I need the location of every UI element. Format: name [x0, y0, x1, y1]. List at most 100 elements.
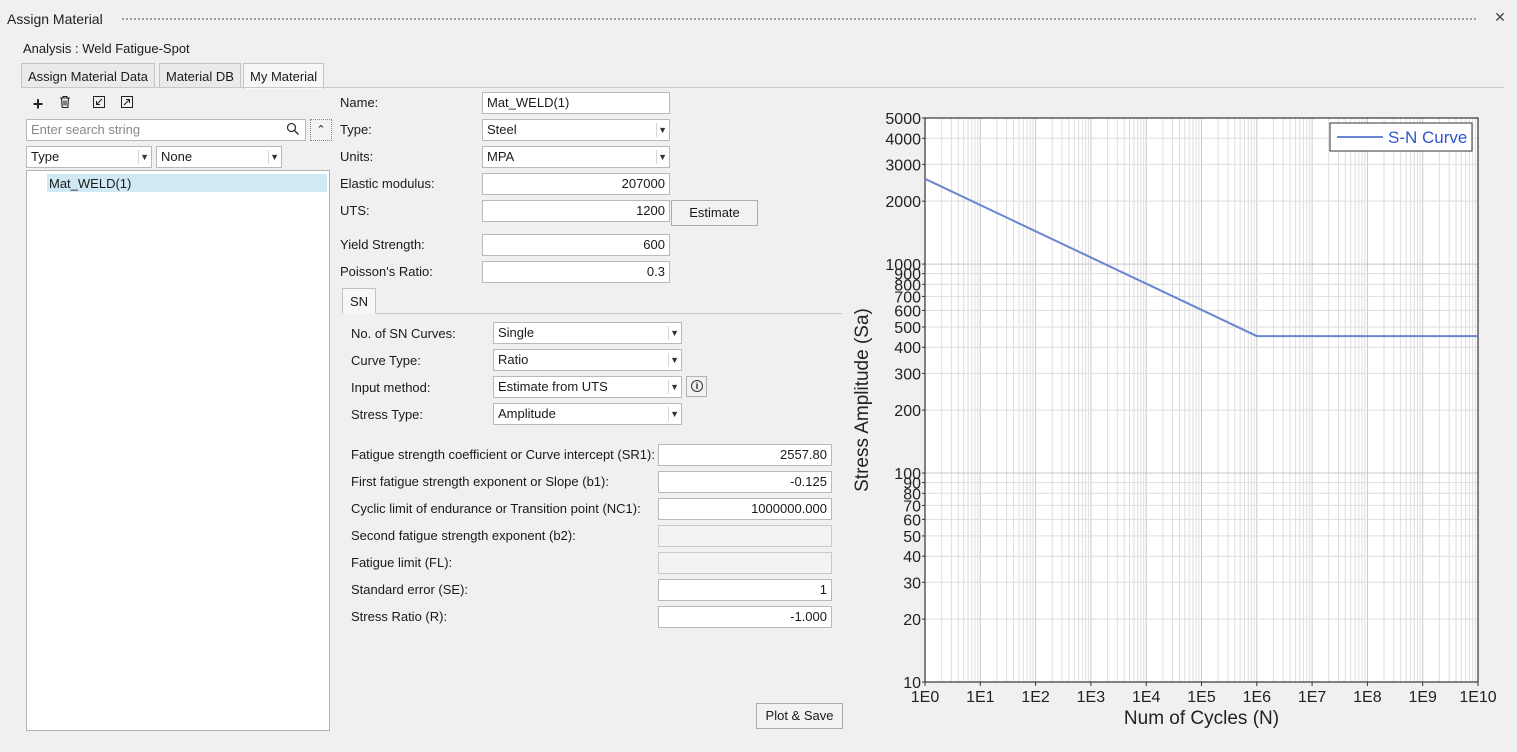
elastic-modulus-label: Elastic modulus: [340, 176, 435, 191]
export-icon[interactable] [118, 95, 136, 113]
filter-value-select[interactable]: None ▼ [156, 146, 282, 168]
standard-error-label: Standard error (SE): [351, 582, 469, 597]
chevron-down-icon: ▼ [668, 407, 679, 421]
chevron-down-icon: ▼ [138, 150, 149, 164]
y-tick-label: 3000 [885, 157, 921, 174]
y-tick-label: 100 [894, 466, 921, 483]
num-sn-curves-select[interactable]: Single ▼ [493, 322, 682, 344]
y-tick-label: 30 [903, 575, 921, 592]
num-sn-curves-label: No. of SN Curves: [351, 326, 456, 341]
tab-my-material[interactable]: My Material [243, 63, 325, 89]
chevron-down-icon: ▼ [268, 150, 279, 164]
fatigue-limit-field[interactable] [658, 552, 832, 574]
name-field[interactable]: Mat_WELD(1) [482, 92, 670, 114]
uts-label: UTS: [340, 203, 370, 218]
title-bar: Assign Material ✕ [0, 0, 1517, 36]
tab-material-db[interactable]: Material DB [159, 63, 241, 88]
chevron-down-icon: ▼ [668, 353, 679, 367]
poisson-ratio-label: Poisson's Ratio: [340, 264, 433, 279]
analysis-label: Analysis : Weld Fatigue-Spot [23, 41, 190, 56]
b1-field[interactable]: -0.125 [658, 471, 832, 493]
y-tick-label: 2000 [885, 194, 921, 211]
chevron-down-icon: ▼ [668, 380, 679, 394]
y-tick-label: 4000 [885, 131, 921, 148]
chevron-down-icon: ▼ [656, 123, 667, 137]
chevron-down-icon: ▼ [668, 326, 679, 340]
fatigue-limit-label: Fatigue limit (FL): [351, 555, 453, 570]
y-tick-label: 50 [903, 529, 921, 546]
stress-type-select[interactable]: Amplitude ▼ [493, 403, 682, 425]
x-tick-label: 1E1 [966, 689, 995, 706]
standard-error-field[interactable]: 1 [658, 579, 832, 601]
y-tick-label: 1000 [885, 257, 921, 274]
b2-label: Second fatigue strength exponent (b2): [351, 528, 576, 543]
units-label: Units: [340, 149, 374, 164]
yield-strength-label: Yield Strength: [340, 237, 425, 252]
sn-tab-divider [342, 313, 842, 314]
x-tick-label: 1E5 [1187, 689, 1216, 706]
stress-ratio-label: Stress Ratio (R): [351, 609, 448, 624]
drag-grip[interactable] [121, 17, 1476, 22]
sn-chart-svg: 1E0 1E1 1E2 1E3 1E4 1E5 1E6 1E7 1E8 1E9 1E10102030… [852, 111, 1497, 729]
x-tick-label: 1E7 [1298, 689, 1327, 706]
name-label: Name: [340, 95, 379, 110]
units-select[interactable]: MPA ▼ [482, 146, 670, 168]
input-method-select[interactable]: Estimate from UTS ▼ [493, 376, 682, 398]
uts-field[interactable]: 1200 [482, 200, 670, 222]
sr1-label: Fatigue strength coefficient or Curve in… [351, 447, 655, 462]
stress-ratio-field[interactable]: -1.000 [658, 606, 832, 628]
close-icon[interactable]: ✕ [1493, 9, 1507, 26]
list-item[interactable]: Mat_WELD(1) [47, 174, 327, 192]
y-tick-label: 500 [894, 320, 921, 337]
type-label: Type: [340, 122, 372, 137]
info-button[interactable]: i [686, 376, 707, 397]
y-tick-label: 20 [903, 612, 921, 629]
info-icon: i [691, 380, 703, 392]
x-tick-label: 1E10 [1459, 689, 1496, 706]
nc1-label: Cyclic limit of endurance or Transition … [351, 501, 641, 516]
y-axis-label: Stress Amplitude (Sa) [852, 308, 873, 492]
tab-sn[interactable]: SN [342, 288, 376, 314]
y-tick-label: 200 [894, 403, 921, 420]
search-icon[interactable] [286, 122, 302, 138]
search-input[interactable]: Enter search string [26, 119, 306, 141]
add-icon[interactable]: + [29, 95, 47, 113]
y-tick-label: 10 [903, 675, 921, 692]
curve-type-select[interactable]: Ratio ▼ [493, 349, 682, 371]
tab-divider [21, 87, 1504, 88]
x-axis-label: Num of Cycles (N) [1124, 708, 1279, 729]
stress-type-label: Stress Type: [351, 407, 424, 422]
collapse-icon[interactable]: ⌃ [310, 119, 332, 141]
x-tick-label: 1E2 [1021, 689, 1050, 706]
poisson-ratio-field[interactable]: 0.3 [482, 261, 670, 283]
elastic-modulus-field[interactable]: 207000 [482, 173, 670, 195]
input-method-label: Input method: [351, 380, 431, 395]
import-icon[interactable] [90, 95, 108, 113]
y-tick-label: 400 [894, 340, 921, 357]
delete-icon[interactable] [56, 95, 74, 113]
estimate-button[interactable]: Estimate [671, 200, 758, 226]
legend-label: S-N Curve [1388, 128, 1467, 147]
yield-strength-field[interactable]: 600 [482, 234, 670, 256]
sn-chart: 1E0 1E1 1E2 1E3 1E4 1E5 1E6 1E7 1E8 1E9 1E10 10 20 30… [850, 100, 1510, 740]
x-tick-label: 1E4 [1132, 689, 1161, 706]
material-list[interactable]: Mat_WELD(1) [26, 170, 330, 731]
sr1-field[interactable]: 2557.80 [658, 444, 832, 466]
y-tick-label: 300 [894, 366, 921, 383]
b2-field[interactable] [658, 525, 832, 547]
plot-save-button[interactable]: Plot & Save [756, 703, 843, 729]
y-tick-label: 40 [903, 549, 921, 566]
y-tick-label: 5000 [885, 111, 921, 128]
tab-assign-material-data[interactable]: Assign Material Data [21, 63, 155, 88]
filter-type-select[interactable]: Type ▼ [26, 146, 152, 168]
x-tick-label: 1E6 [1243, 689, 1272, 706]
nc1-field[interactable]: 1000000.000 [658, 498, 832, 520]
b1-label: First fatigue strength exponent or Slope… [351, 474, 609, 489]
curve-type-label: Curve Type: [351, 353, 421, 368]
x-tick-label: 1E9 [1408, 689, 1437, 706]
chevron-down-icon: ▼ [656, 150, 667, 164]
type-select[interactable]: Steel ▼ [482, 119, 670, 141]
window-title: Assign Material [7, 11, 103, 27]
x-tick-label: 1E3 [1077, 689, 1106, 706]
x-tick-label: 1E8 [1353, 689, 1382, 706]
